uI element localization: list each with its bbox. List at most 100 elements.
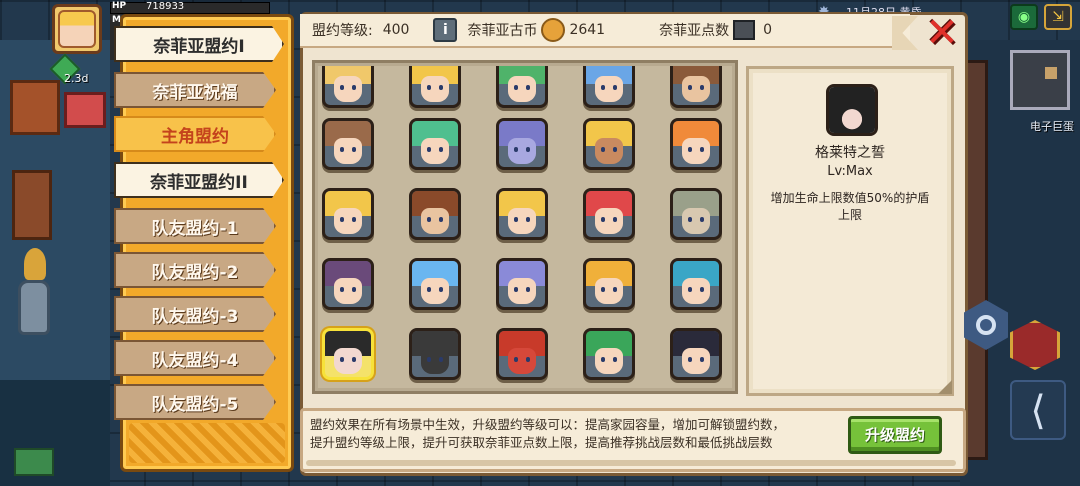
portrait-face — [595, 137, 623, 165]
hp-label: HP — [112, 1, 127, 11]
portrait-face — [508, 347, 536, 375]
footer-scroll-track[interactable] — [306, 460, 956, 466]
points-value: 0 — [763, 22, 773, 38]
bow-icon[interactable]: ⟨ — [1010, 380, 1066, 440]
portrait-face — [421, 277, 449, 305]
tab-1[interactable]: 奈菲亚盟约I — [114, 26, 284, 62]
companion-portrait[interactable] — [322, 188, 374, 240]
companion-portrait[interactable] — [583, 328, 635, 380]
minimap-location-label: 电子巨蛋 — [1030, 120, 1074, 133]
companion-portrait[interactable] — [670, 188, 722, 240]
covenant-level-label: 盟约等级: — [312, 23, 373, 39]
portrait-face — [334, 75, 362, 103]
companion-portrait[interactable] — [583, 258, 635, 310]
companion-portrait[interactable] — [322, 118, 374, 170]
companion-portrait[interactable] — [670, 328, 722, 380]
points-group: 奈菲亚点数 0 — [659, 20, 772, 40]
minimap-room-marker — [1045, 67, 1057, 79]
info-icon[interactable]: i — [433, 18, 458, 42]
companion-portrait[interactable] — [322, 328, 374, 380]
coin-icon — [541, 18, 566, 42]
detail-portrait-icon — [826, 84, 878, 136]
portrait-grid — [318, 66, 732, 388]
hp-value: 718933 — [146, 1, 185, 12]
desk-furniture — [10, 80, 60, 135]
avatar-face — [58, 10, 96, 48]
companion-portrait[interactable] — [496, 66, 548, 108]
portrait-face — [595, 207, 623, 235]
player-avatar[interactable] — [52, 4, 102, 54]
portrait-face — [682, 347, 710, 375]
portrait-face — [682, 277, 710, 305]
portrait-face — [682, 207, 710, 235]
companion-portrait[interactable] — [409, 188, 461, 240]
coin-label: 奈菲亚古币 — [467, 23, 538, 39]
companion-portrait[interactable] — [409, 66, 461, 108]
portrait-face — [334, 347, 362, 375]
covenant-level-group: 盟约等级: 400 — [312, 20, 409, 40]
tab-7[interactable]: 队友盟约-3 — [114, 296, 276, 332]
companion-portrait[interactable] — [496, 328, 548, 380]
portrait-face — [682, 137, 710, 165]
companion-portrait[interactable] — [670, 118, 722, 170]
chip-icon — [733, 20, 756, 40]
red-cabinet — [64, 92, 106, 128]
exit-icon[interactable]: ⇲ — [1044, 4, 1072, 30]
footer-description: 盟约效果在所有场景中生效，升级盟约等级可以：提高家园容量，增加可解锁盟约数， 提… — [310, 416, 840, 452]
footer-line-1: 盟约效果在所有场景中生效，升级盟约等级可以：提高家园容量，增加可解锁盟约数， — [310, 417, 786, 432]
close-icon[interactable]: ✕ — [922, 13, 962, 54]
portrait-face — [421, 207, 449, 235]
companion-portrait[interactable] — [409, 118, 461, 170]
portrait-face — [595, 347, 623, 375]
hooded-figure-icon — [829, 87, 875, 133]
companion-portrait[interactable] — [496, 188, 548, 240]
companion-portrait[interactable] — [409, 328, 461, 380]
companion-portrait[interactable] — [670, 66, 722, 108]
portrait-face — [595, 277, 623, 305]
companion-portrait[interactable] — [583, 188, 635, 240]
covenant-level: Lv:Max — [827, 164, 873, 179]
portrait-face — [421, 347, 449, 375]
coin-group: 奈菲亚古币 2641 — [467, 18, 605, 42]
network-icon[interactable]: ◉ — [1010, 4, 1038, 30]
tab-5[interactable]: 队友盟约-1 — [114, 208, 276, 244]
companion-portrait[interactable] — [496, 118, 548, 170]
portrait-face — [508, 277, 536, 305]
portrait-face — [595, 75, 623, 103]
companion-portrait[interactable] — [496, 258, 548, 310]
tab-6[interactable]: 队友盟约-2 — [114, 252, 276, 288]
chair-furniture — [12, 170, 52, 240]
portrait-face — [334, 277, 362, 305]
target-ring — [976, 315, 996, 335]
footer-line-2: 提升盟约等级上限，提升可获取奈菲亚点数上限，提高推荐挑战层数和最低挑战层数 — [310, 435, 773, 450]
vase — [18, 280, 50, 335]
coin-value: 2641 — [569, 22, 606, 38]
companion-portrait[interactable] — [322, 66, 374, 108]
flower-plant — [24, 248, 46, 280]
companion-portrait[interactable] — [322, 258, 374, 310]
portrait-face — [421, 137, 449, 165]
points-label: 奈菲亚点数 — [659, 23, 730, 39]
portrait-face — [334, 137, 362, 165]
companion-portrait[interactable] — [670, 258, 722, 310]
tab-4[interactable]: 奈菲亚盟约II — [114, 162, 284, 198]
companion-portrait[interactable] — [583, 66, 635, 108]
player-level-text: 2.3d — [64, 72, 89, 85]
portrait-face — [508, 75, 536, 103]
upgrade-covenant-button[interactable]: 升级盟约 — [848, 416, 942, 454]
panel-hatch-decoration — [129, 423, 285, 463]
tab-8[interactable]: 队友盟约-4 — [114, 340, 276, 376]
covenant-name: 格莱特之誓 — [815, 145, 885, 161]
companion-portrait[interactable] — [409, 258, 461, 310]
portrait-face — [508, 207, 536, 235]
covenant-level-value: 400 — [382, 22, 410, 38]
circuit-board-icon[interactable] — [14, 448, 54, 476]
covenant-description: 增加生命上限数值50%的护盾上限 — [770, 191, 930, 222]
portrait-face — [421, 75, 449, 103]
companion-portrait[interactable] — [583, 118, 635, 170]
tab-3[interactable]: 主角盟约 — [114, 116, 276, 152]
tab-9[interactable]: 队友盟约-5 — [114, 384, 276, 420]
minimap[interactable] — [1010, 50, 1070, 110]
tab-2[interactable]: 奈菲亚祝福 — [114, 72, 276, 108]
portrait-face — [334, 207, 362, 235]
